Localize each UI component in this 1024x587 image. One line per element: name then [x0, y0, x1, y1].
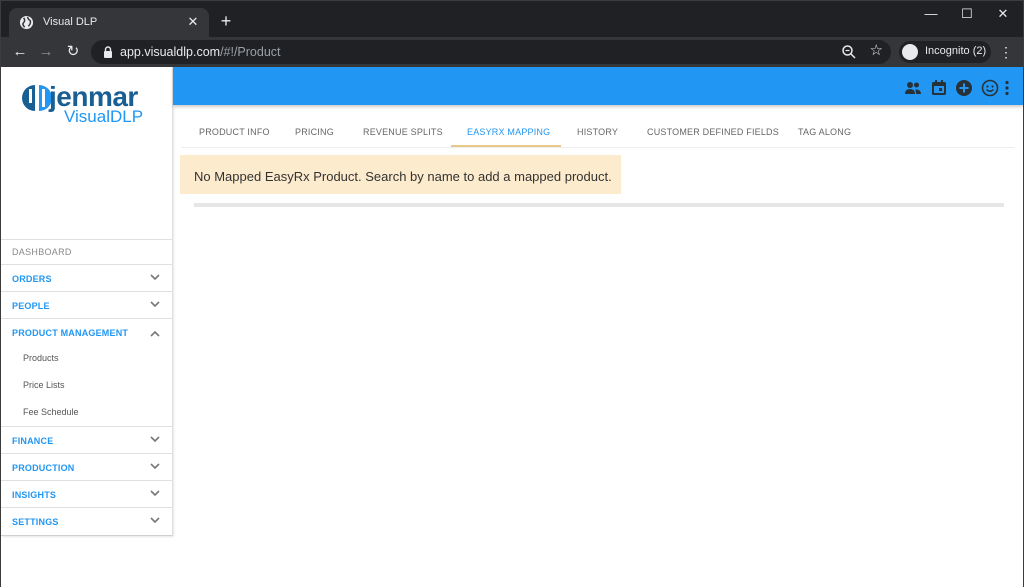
- sidebar-item-label: ORDERS: [12, 274, 52, 284]
- sidebar-item-dashboard[interactable]: DASHBOARD: [1, 239, 172, 264]
- chevron-down-icon: [150, 463, 160, 470]
- chevron-down-icon: [150, 436, 160, 443]
- tab-easyrx-mapping[interactable]: EASYRX MAPPING: [467, 127, 550, 137]
- divider-bar: [194, 203, 1004, 207]
- tab-product-info[interactable]: PRODUCT INFO: [199, 127, 270, 137]
- active-tab-indicator: [451, 145, 561, 147]
- sidebar-item-label: PEOPLE: [12, 301, 50, 311]
- sidebar-subitem-label: Fee Schedule: [23, 407, 79, 417]
- tab-title: Visual DLP: [43, 16, 98, 28]
- minimize-icon[interactable]: —: [911, 1, 951, 27]
- more-vert-icon[interactable]: [1002, 79, 1012, 97]
- sidebar-item-product-management[interactable]: PRODUCT MANAGEMENT: [1, 318, 172, 345]
- sidebar-subitem-price-lists[interactable]: Price Lists: [1, 372, 172, 399]
- incognito-icon: [902, 44, 918, 60]
- close-tab-icon[interactable]: ✕: [185, 14, 201, 30]
- jenmar-logo: jenmar VisualDLP: [19, 81, 159, 127]
- close-window-icon[interactable]: ✕: [983, 1, 1023, 27]
- chevron-down-icon: [150, 490, 160, 497]
- tab-tag-along[interactable]: TAG ALONG: [798, 127, 851, 137]
- url-text: app.visualdlp.com/#!/Product: [120, 45, 281, 59]
- forward-icon[interactable]: →: [36, 42, 56, 62]
- app-content: jenmar VisualDLP DASHBOARD ORDERS PEOPLE…: [1, 67, 1023, 587]
- browser-titlebar: Visual DLP ✕ + — ☐ ✕: [1, 1, 1023, 37]
- browser-window: Visual DLP ✕ + — ☐ ✕ ← → ↻ app.visualdlp…: [0, 0, 1024, 587]
- reload-icon[interactable]: ↻: [63, 42, 83, 62]
- no-mapping-alert: No Mapped EasyRx Product. Search by name…: [180, 155, 621, 194]
- sidebar-item-label: PRODUCTION: [12, 463, 75, 473]
- bookmark-star-icon[interactable]: ☆: [870, 43, 883, 59]
- sidebar-subitem-fee-schedule[interactable]: Fee Schedule: [1, 399, 172, 426]
- calendar-icon[interactable]: [930, 79, 948, 97]
- sidebar-subitem-label: Products: [23, 353, 59, 363]
- sidebar: jenmar VisualDLP DASHBOARD ORDERS PEOPLE…: [1, 67, 173, 536]
- sidebar-item-settings[interactable]: SETTINGS: [1, 507, 172, 534]
- new-tab-icon[interactable]: +: [217, 12, 235, 30]
- incognito-indicator[interactable]: Incognito (2): [899, 41, 991, 63]
- sidebar-item-insights[interactable]: INSIGHTS: [1, 480, 172, 507]
- sidebar-item-label: INSIGHTS: [12, 490, 57, 500]
- maximize-icon[interactable]: ☐: [947, 1, 987, 27]
- app-header-bar: [173, 67, 1023, 105]
- zoom-icon[interactable]: [841, 44, 857, 60]
- globe-icon: [19, 15, 34, 30]
- url-host: app.visualdlp.com: [120, 45, 221, 59]
- incognito-label: Incognito (2): [925, 45, 987, 57]
- chevron-down-icon: [150, 301, 160, 308]
- tab-pricing[interactable]: PRICING: [295, 127, 334, 137]
- tab-history[interactable]: HISTORY: [577, 127, 618, 137]
- sidebar-item-production[interactable]: PRODUCTION: [1, 453, 172, 480]
- alert-message: No Mapped EasyRx Product. Search by name…: [194, 169, 612, 184]
- browser-menu-icon[interactable]: ⋮: [999, 43, 1013, 61]
- logo-subtitle: VisualDLP: [64, 107, 144, 126]
- back-icon[interactable]: ←: [10, 42, 30, 62]
- url-path: /#!/Product: [220, 45, 281, 59]
- tab-customer-defined-fields[interactable]: CUSTOMER DEFINED FIELDS: [647, 127, 779, 137]
- sidebar-item-label: SETTINGS: [12, 517, 59, 527]
- chevron-down-icon: [150, 517, 160, 524]
- address-bar[interactable]: app.visualdlp.com/#!/Product ☆: [91, 40, 891, 64]
- product-tabs: PRODUCT INFO PRICING REVENUE SPLITS EASY…: [181, 119, 1014, 148]
- people-icon[interactable]: [904, 79, 922, 97]
- sidebar-item-orders[interactable]: ORDERS: [1, 264, 172, 291]
- sidebar-item-label: PRODUCT MANAGEMENT: [12, 328, 129, 338]
- chevron-down-icon: [150, 274, 160, 281]
- add-circle-icon[interactable]: [955, 79, 973, 97]
- sidebar-item-label: FINANCE: [12, 436, 54, 446]
- chevron-up-icon: [150, 330, 160, 337]
- sidebar-item-people[interactable]: PEOPLE: [1, 291, 172, 318]
- browser-tab[interactable]: Visual DLP ✕: [9, 8, 209, 37]
- sidebar-subitem-label: Price Lists: [23, 380, 65, 390]
- smiley-icon[interactable]: [981, 79, 999, 97]
- tab-revenue-splits[interactable]: REVENUE SPLITS: [363, 127, 443, 137]
- sidebar-subitem-products[interactable]: Products: [1, 345, 172, 372]
- sidebar-item-finance[interactable]: FINANCE: [1, 426, 172, 453]
- browser-toolbar: ← → ↻ app.visualdlp.com/#!/Product ☆ Inc…: [1, 37, 1023, 67]
- lock-icon: [104, 46, 112, 58]
- sidebar-item-label: DASHBOARD: [12, 247, 72, 257]
